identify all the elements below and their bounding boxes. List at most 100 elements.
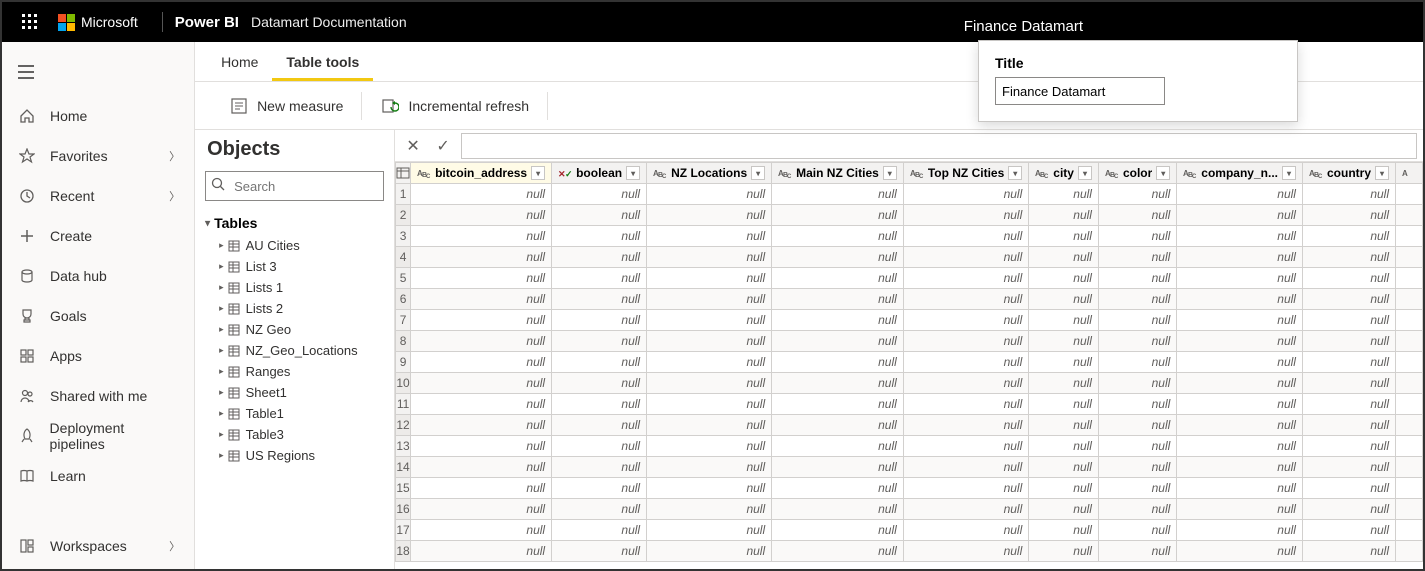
cell[interactable]: null: [903, 310, 1028, 331]
table-row[interactable]: 6nullnullnullnullnullnullnullnullnull: [396, 289, 1423, 310]
row-number[interactable]: 7: [396, 310, 411, 331]
cell[interactable]: null: [411, 373, 552, 394]
cell[interactable]: null: [1177, 541, 1303, 562]
cell[interactable]: null: [772, 520, 904, 541]
cell[interactable]: null: [1302, 457, 1395, 478]
cell[interactable]: null: [411, 247, 552, 268]
table-row[interactable]: 15nullnullnullnullnullnullnullnullnull: [396, 478, 1423, 499]
cell[interactable]: null: [772, 352, 904, 373]
table-item[interactable]: ▸List 3: [195, 256, 394, 277]
cell[interactable]: null: [647, 394, 772, 415]
cell[interactable]: null: [1177, 226, 1303, 247]
table-row[interactable]: 11nullnullnullnullnullnullnullnullnull: [396, 394, 1423, 415]
cell[interactable]: null: [772, 205, 904, 226]
row-number[interactable]: 12: [396, 415, 411, 436]
table-item[interactable]: ▸NZ Geo: [195, 319, 394, 340]
cell[interactable]: null: [647, 184, 772, 205]
nav-item-apps[interactable]: Apps: [2, 336, 194, 376]
cell[interactable]: null: [1029, 415, 1099, 436]
row-number[interactable]: 2: [396, 205, 411, 226]
cell[interactable]: null: [411, 478, 552, 499]
cell[interactable]: null: [772, 331, 904, 352]
table-row[interactable]: 8nullnullnullnullnullnullnullnullnull: [396, 331, 1423, 352]
cell[interactable]: null: [647, 415, 772, 436]
cell[interactable]: null: [1177, 394, 1303, 415]
row-number[interactable]: 5: [396, 268, 411, 289]
table-row[interactable]: 3nullnullnullnullnullnullnullnullnull: [396, 226, 1423, 247]
cell[interactable]: null: [647, 268, 772, 289]
cell[interactable]: null: [1029, 436, 1099, 457]
cell[interactable]: null: [1029, 289, 1099, 310]
column-filter-button[interactable]: ▾: [1156, 166, 1170, 180]
cell[interactable]: null: [1302, 541, 1395, 562]
nav-item-goals[interactable]: Goals: [2, 296, 194, 336]
cell[interactable]: null: [772, 268, 904, 289]
cell[interactable]: null: [552, 436, 647, 457]
table-row[interactable]: 2nullnullnullnullnullnullnullnullnull: [396, 205, 1423, 226]
cell[interactable]: null: [1098, 184, 1176, 205]
breadcrumb[interactable]: Datamart Documentation: [251, 14, 407, 30]
cell[interactable]: null: [1302, 226, 1395, 247]
cell[interactable]: null: [1177, 268, 1303, 289]
column-header[interactable]: ABCMain NZ Cities▾: [772, 163, 904, 184]
cell[interactable]: null: [411, 268, 552, 289]
column-filter-button[interactable]: ▾: [1375, 166, 1389, 180]
cell[interactable]: null: [903, 289, 1028, 310]
cell[interactable]: null: [1177, 520, 1303, 541]
row-number[interactable]: 15: [396, 478, 411, 499]
cell[interactable]: null: [772, 499, 904, 520]
commit-formula-button[interactable]: ✓: [431, 134, 455, 158]
cell[interactable]: null: [772, 415, 904, 436]
cell[interactable]: null: [411, 436, 552, 457]
title-input[interactable]: [995, 77, 1165, 105]
cell[interactable]: null: [1302, 352, 1395, 373]
cell[interactable]: null: [647, 520, 772, 541]
cell[interactable]: null: [1029, 226, 1099, 247]
table-row[interactable]: 4nullnullnullnullnullnullnullnullnull: [396, 247, 1423, 268]
nav-item-data-hub[interactable]: Data hub: [2, 256, 194, 296]
cell[interactable]: null: [552, 289, 647, 310]
cell[interactable]: null: [1302, 205, 1395, 226]
cell[interactable]: null: [411, 457, 552, 478]
table-row[interactable]: 14nullnullnullnullnullnullnullnullnull: [396, 457, 1423, 478]
cell[interactable]: null: [1177, 331, 1303, 352]
cell[interactable]: null: [552, 478, 647, 499]
tab-table-tools[interactable]: Table tools: [272, 44, 373, 81]
table-item[interactable]: ▸AU Cities: [195, 235, 394, 256]
cell[interactable]: null: [1302, 247, 1395, 268]
incremental-refresh-button[interactable]: Incremental refresh: [366, 90, 543, 122]
search-input[interactable]: [205, 171, 384, 201]
nav-item-favorites[interactable]: Favorites〉: [2, 136, 194, 176]
cell[interactable]: null: [647, 436, 772, 457]
cell[interactable]: null: [1098, 310, 1176, 331]
cell[interactable]: null: [1177, 478, 1303, 499]
cell[interactable]: null: [647, 331, 772, 352]
row-number[interactable]: 13: [396, 436, 411, 457]
app-launcher-button[interactable]: [10, 2, 50, 42]
row-number[interactable]: 3: [396, 226, 411, 247]
cell[interactable]: null: [1029, 352, 1099, 373]
cell[interactable]: null: [903, 247, 1028, 268]
cell[interactable]: null: [1098, 205, 1176, 226]
cell[interactable]: null: [552, 184, 647, 205]
cell[interactable]: null: [411, 520, 552, 541]
column-header[interactable]: ABCcompany_n...▾: [1177, 163, 1303, 184]
cell[interactable]: null: [1302, 268, 1395, 289]
column-header[interactable]: ABCNZ Locations▾: [647, 163, 772, 184]
cell[interactable]: null: [1177, 184, 1303, 205]
column-header[interactable]: ABCcountry▾: [1302, 163, 1395, 184]
cell[interactable]: null: [1098, 436, 1176, 457]
cell[interactable]: null: [1098, 331, 1176, 352]
table-item[interactable]: ▸US Regions: [195, 445, 394, 466]
cell[interactable]: null: [772, 289, 904, 310]
cell[interactable]: null: [1098, 499, 1176, 520]
cell[interactable]: null: [772, 247, 904, 268]
cell[interactable]: null: [552, 310, 647, 331]
cell[interactable]: null: [1177, 373, 1303, 394]
cell[interactable]: null: [772, 184, 904, 205]
table-item[interactable]: ▸Lists 2: [195, 298, 394, 319]
cell[interactable]: null: [552, 205, 647, 226]
cell[interactable]: null: [903, 226, 1028, 247]
table-row[interactable]: 9nullnullnullnullnullnullnullnullnull: [396, 352, 1423, 373]
table-row[interactable]: 16nullnullnullnullnullnullnullnullnull: [396, 499, 1423, 520]
